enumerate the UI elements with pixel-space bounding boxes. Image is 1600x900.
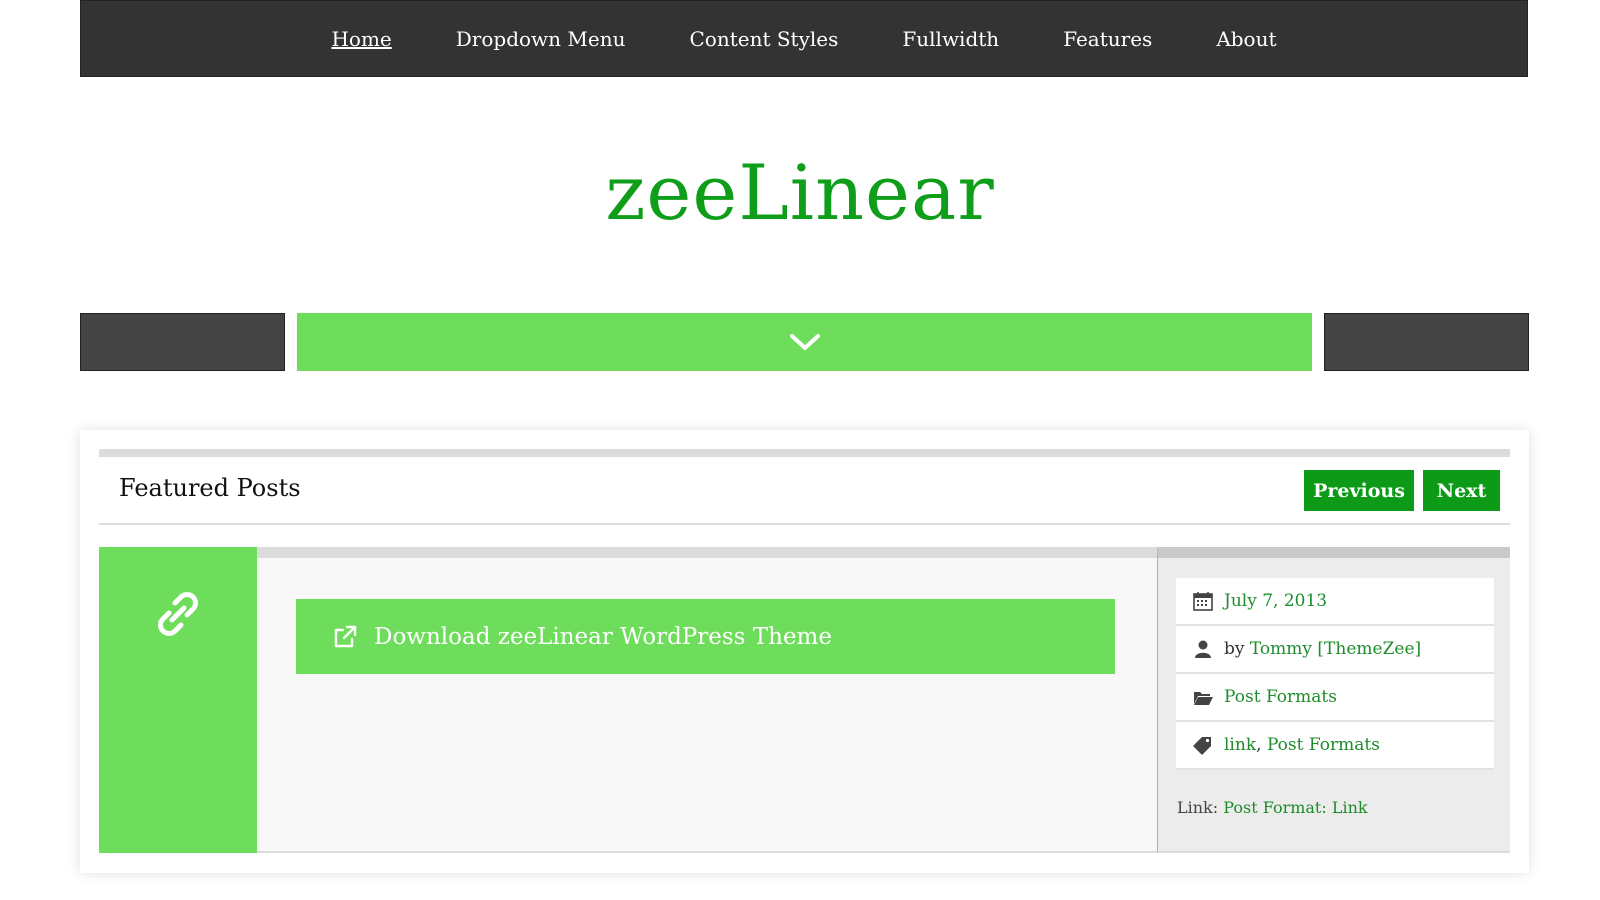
folder-open-icon [1194, 692, 1213, 705]
tag-link-2[interactable]: Post Formats [1267, 735, 1380, 755]
post-meta-list: July 7, 2013 by Tommy [ThemeZee] Post Fo… [1176, 578, 1494, 770]
post-format-note: Link: Post Format: Link [1177, 798, 1368, 817]
featured-header: Featured Posts Previous Next [99, 457, 1510, 525]
nav-item-features[interactable]: Features [1063, 27, 1152, 51]
post-format-prefix: Link: [1177, 798, 1219, 817]
link-icon [158, 592, 198, 636]
nav-item-content-styles[interactable]: Content Styles [689, 27, 838, 51]
meta-author-row: by Tommy [ThemeZee] [1176, 626, 1494, 674]
featured-posts-title: Featured Posts [119, 474, 301, 502]
meta-date-row: July 7, 2013 [1176, 578, 1494, 626]
author-prefix: by [1224, 639, 1245, 659]
nav-item-about[interactable]: About [1216, 27, 1276, 51]
author-link[interactable]: Tommy [ThemeZee] [1250, 639, 1421, 659]
post-format-column [99, 547, 257, 853]
meta-tags-row: link, Post Formats [1176, 722, 1494, 770]
tag-link-1[interactable]: link [1224, 735, 1256, 755]
nav-item-fullwidth[interactable]: Fullwidth [902, 27, 999, 51]
sidebar-toggle-button[interactable] [297, 313, 1312, 371]
nav-item-dropdown-menu[interactable]: Dropdown Menu [456, 27, 626, 51]
featured-posts-section: Featured Posts Previous Next Download ze… [80, 430, 1529, 873]
tag-separator: , [1256, 735, 1262, 755]
post-content: Download zeeLinear WordPress Theme [257, 547, 1157, 853]
post-format-link[interactable]: Post Format: Link [1223, 798, 1367, 817]
widget-bar-right [1324, 313, 1529, 371]
main-navigation: Home Dropdown Menu Content Styles Fullwi… [80, 0, 1528, 77]
calendar-icon [1193, 592, 1213, 611]
post-meta-panel: July 7, 2013 by Tommy [ThemeZee] Post Fo… [1157, 547, 1510, 853]
meta-category-row: Post Formats [1176, 674, 1494, 722]
post-date-link[interactable]: July 7, 2013 [1224, 591, 1327, 611]
nav-item-home[interactable]: Home [331, 27, 391, 51]
widget-bar-left [80, 313, 285, 371]
previous-button[interactable]: Previous [1304, 470, 1414, 511]
chevron-down-icon [789, 334, 820, 350]
next-button[interactable]: Next [1423, 470, 1500, 511]
site-title[interactable]: zeeLinear [0, 148, 1600, 237]
external-link-icon [334, 625, 357, 647]
featured-top-divider [99, 449, 1510, 457]
post-link-box[interactable]: Download zeeLinear WordPress Theme [296, 599, 1115, 674]
post-link-text[interactable]: Download zeeLinear WordPress Theme [374, 624, 832, 650]
user-icon [1195, 640, 1211, 658]
category-link[interactable]: Post Formats [1224, 687, 1337, 707]
tag-icon [1193, 737, 1211, 755]
